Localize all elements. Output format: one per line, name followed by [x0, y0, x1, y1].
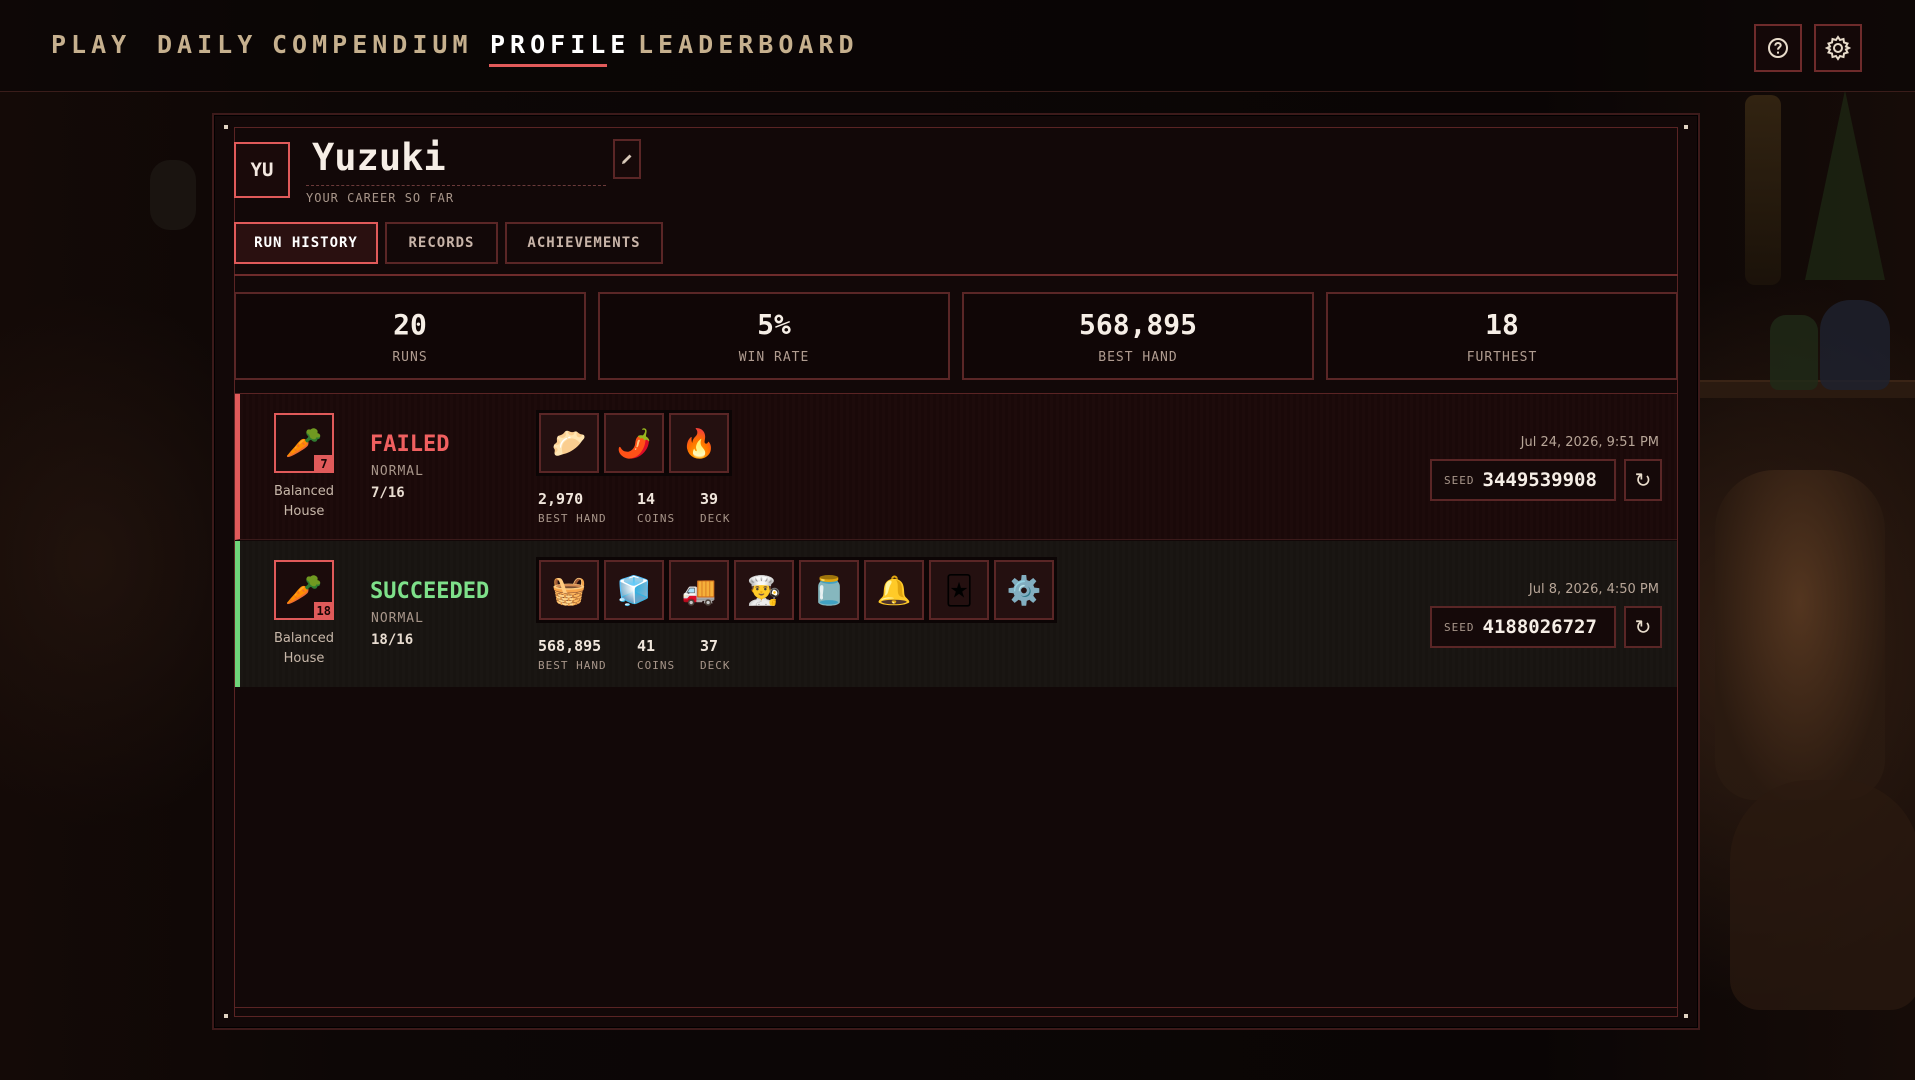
help-icon: [1768, 38, 1788, 58]
replay-seed-button[interactable]: ↻: [1624, 459, 1662, 501]
deck-icon: 🥕 18: [274, 560, 334, 620]
help-button[interactable]: [1754, 24, 1802, 72]
pencil-icon: [622, 154, 632, 164]
refresh-icon: ↻: [1634, 468, 1652, 492]
run-best-hand-label: BEST HAND: [538, 512, 607, 525]
tips-jar-icon[interactable]: 🫙: [799, 560, 859, 620]
stat-label: WIN RATE: [738, 350, 810, 365]
deck-level-badge: 7: [314, 455, 334, 473]
run-mode: NORMAL: [371, 464, 424, 479]
tab-achievements[interactable]: ACHIEVEMENTS: [505, 222, 663, 264]
run-progress: 7/16: [371, 485, 405, 501]
seed-display[interactable]: SEED 4188026727: [1430, 606, 1616, 648]
edit-name-button[interactable]: [613, 139, 641, 179]
tab-records[interactable]: RECORDS: [385, 222, 498, 264]
panel-corner-rivet: [1684, 125, 1688, 129]
deck-name-line-2: House: [283, 504, 325, 519]
panel-corner-rivet: [224, 125, 228, 129]
nachos-icon[interactable]: 🥟: [539, 413, 599, 473]
run-best-hand-value: 2,970: [538, 490, 584, 508]
panel-corner-rivet: [1684, 1014, 1688, 1018]
potato-sack-decoration: [1715, 470, 1885, 800]
run-mode: NORMAL: [371, 611, 424, 626]
name-underline: [306, 185, 606, 186]
run-date: Jul 8, 2026, 4:50 PM: [1528, 582, 1659, 597]
deck-name-line-1: Balanced: [273, 484, 335, 499]
nav-tab-daily[interactable]: DAILY: [157, 30, 257, 59]
stat-label: BEST HAND: [1098, 350, 1178, 365]
stat-card-best-hand: 568,895 BEST HAND: [962, 292, 1314, 380]
profile-subtitle: YOUR CAREER SO FAR: [306, 191, 455, 205]
seed-label: SEED: [1444, 620, 1475, 634]
run-status: FAILED: [370, 432, 450, 457]
settings-button[interactable]: [1814, 24, 1862, 72]
bottle-icon[interactable]: 🌶️: [604, 413, 664, 473]
stat-value: 568,895: [1078, 308, 1197, 341]
clay-pot-decoration: [1730, 780, 1915, 1010]
run-best-hand-label: BEST HAND: [538, 659, 607, 672]
stat-label: RUNS: [392, 350, 428, 365]
deck-name-line-1: Balanced: [273, 631, 335, 646]
run-row-succeeded[interactable]: 🥕 18 Balanced House SUCCEEDED NORMAL 18/…: [235, 541, 1677, 687]
vase-decoration: [1820, 300, 1890, 390]
run-status: SUCCEEDED: [370, 579, 490, 604]
tab-divider: [234, 274, 1678, 276]
stat-value: 20: [393, 308, 427, 341]
deck-name: Balanced House: [262, 482, 346, 522]
active-tab-indicator: [489, 64, 607, 67]
run-best-hand-value: 568,895: [538, 637, 602, 655]
nav-tab-leaderboard[interactable]: LEADERBOARD: [638, 30, 859, 59]
refresh-icon: ↻: [1634, 615, 1652, 639]
deck-name-line-2: House: [283, 651, 325, 666]
run-deck-value: 39: [700, 490, 719, 508]
fridge-icon[interactable]: 🧊: [604, 560, 664, 620]
nav-tab-profile[interactable]: PROFILE: [490, 30, 630, 59]
stat-card-furthest: 18 FURTHEST: [1326, 292, 1678, 380]
run-coins-value: 14: [637, 490, 656, 508]
stat-value: 5%: [757, 308, 791, 341]
tree-decoration: [1805, 90, 1885, 280]
hanging-pot-decoration: [150, 160, 196, 230]
stat-label: FURTHEST: [1466, 350, 1538, 365]
run-items: 🥟 🌶️ 🔥: [536, 410, 732, 476]
run-coins-value: 41: [637, 637, 656, 655]
run-deck-value: 37: [700, 637, 719, 655]
nav-tab-play[interactable]: PLAY: [51, 30, 131, 59]
chef-hat-icon[interactable]: 👨‍🍳: [734, 560, 794, 620]
run-row-failed[interactable]: 🥕 7 Balanced House FAILED NORMAL 7/16 🥟 …: [235, 394, 1677, 540]
bell-icon[interactable]: 🔔: [864, 560, 924, 620]
deck-icon: 🥕 7: [274, 413, 334, 473]
run-deck-label: DECK: [700, 659, 731, 672]
deck-name: Balanced House: [262, 629, 346, 669]
run-coins-label: COINS: [637, 512, 676, 525]
top-navigation: PLAY DAILY COMPENDIUM PROFILE LEADERBOAR…: [0, 0, 1915, 92]
panel-corner-rivet: [224, 1014, 228, 1018]
hanging-herbs-decoration: [1745, 95, 1781, 285]
flame-helmet-icon[interactable]: 🔥: [669, 413, 729, 473]
player-name: Yuzuki: [312, 136, 446, 179]
basket-icon[interactable]: 🧺: [539, 560, 599, 620]
avatar: YU: [234, 142, 290, 198]
deck-level-badge: 18: [313, 602, 334, 620]
gear-icon: [1825, 35, 1851, 61]
run-items: 🧺 🧊 🚚 👨‍🍳 🫙 🔔 🃏 ⚙️: [536, 557, 1057, 623]
seed-value: 3449539908: [1482, 469, 1597, 491]
seed-display[interactable]: SEED 3449539908: [1430, 459, 1616, 501]
jar-decoration: [1770, 315, 1818, 390]
stat-card-win-rate: 5% WIN RATE: [598, 292, 950, 380]
grinder-icon[interactable]: ⚙️: [994, 560, 1054, 620]
run-progress: 18/16: [371, 632, 414, 648]
food-truck-icon[interactable]: 🚚: [669, 560, 729, 620]
stat-card-runs: 20 RUNS: [234, 292, 586, 380]
seed-label: SEED: [1444, 473, 1475, 487]
tab-run-history[interactable]: RUN HISTORY: [234, 222, 378, 264]
run-coins-label: COINS: [637, 659, 676, 672]
run-deck-label: DECK: [700, 512, 731, 525]
replay-seed-button[interactable]: ↻: [1624, 606, 1662, 648]
seed-value: 4188026727: [1482, 616, 1597, 638]
run-date: Jul 24, 2026, 9:51 PM: [1520, 435, 1659, 450]
card-icon[interactable]: 🃏: [929, 560, 989, 620]
nav-tab-compendium[interactable]: COMPENDIUM: [272, 30, 473, 59]
stat-value: 18: [1485, 308, 1519, 341]
